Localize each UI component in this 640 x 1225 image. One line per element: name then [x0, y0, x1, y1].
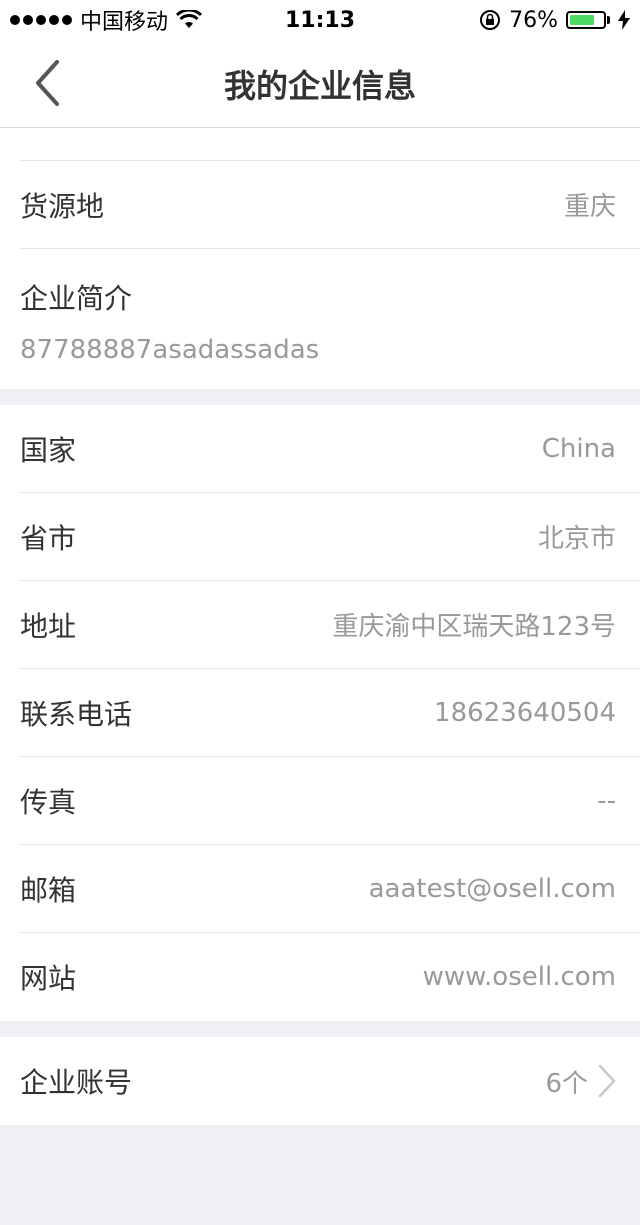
orientation-lock-icon	[480, 10, 501, 30]
chevron-left-icon	[36, 60, 59, 106]
row-value: 重庆	[563, 192, 616, 222]
intro-value: 87788887asadassadas	[20, 335, 320, 365]
row-address[interactable]: 地址 重庆渝中区瑞天路123号	[20, 581, 640, 669]
signal-strength-icon	[10, 15, 72, 25]
back-button[interactable]	[22, 58, 72, 108]
row-phone[interactable]: 联系电话 18623640504	[20, 669, 640, 757]
row-label: 企业账号	[20, 1066, 133, 1099]
row-label: 网站	[20, 962, 77, 995]
row-enterprise-account[interactable]: 企业账号 6个	[20, 1037, 640, 1125]
row-label: 省市	[20, 521, 77, 555]
carrier-label: 中国移动	[80, 10, 169, 35]
nav-bar: 我的企业信息	[0, 40, 640, 128]
row-value: aaatest@osell.com	[368, 873, 616, 904]
section-gap	[0, 389, 640, 405]
row-value: 18623640504	[434, 697, 616, 728]
row-value: China	[541, 433, 616, 464]
row-website[interactable]: 网站 www.osell.com	[20, 933, 640, 1021]
section-account: 企业账号 6个	[0, 1037, 640, 1125]
section-gap	[0, 1021, 640, 1037]
battery-icon	[566, 11, 610, 29]
row-value: 北京市	[537, 524, 616, 554]
bottom-fill	[0, 1125, 640, 1225]
row-label: 国家	[20, 433, 77, 467]
row-value: www.osell.com	[422, 962, 616, 992]
page-title: 我的企业信息	[223, 66, 416, 105]
wifi-icon	[176, 10, 203, 28]
status-left: 中国移动	[10, 4, 203, 36]
row-label: 邮箱	[20, 873, 77, 907]
section-basic: 货源地 重庆 企业简介 87788887asadassadas	[0, 128, 640, 389]
row-label: 地址	[20, 609, 77, 643]
chevron-right-icon	[598, 1064, 616, 1098]
row-country[interactable]: 国家 China	[20, 405, 640, 493]
section-contact: 国家 China 省市 北京市 地址 重庆渝中区瑞天路123号 联系电话 186…	[0, 405, 640, 1021]
row-fax[interactable]: 传真 --	[20, 757, 640, 845]
intro-label: 企业简介	[20, 282, 133, 315]
battery-percent: 76%	[509, 7, 558, 33]
row-label: 货源地	[20, 189, 105, 223]
row-intro[interactable]: 企业简介 87788887asadassadas	[20, 249, 640, 389]
status-bar: 中国移动 11:13 76%	[0, 0, 640, 40]
row-source[interactable]: 货源地 重庆	[20, 161, 640, 249]
row-value: 6个	[545, 1068, 588, 1099]
charging-bolt-icon	[618, 10, 630, 30]
account-right: 6个	[545, 1063, 616, 1100]
row-label: 传真	[20, 785, 77, 819]
row-label: 联系电话	[20, 697, 133, 731]
row-value: --	[597, 785, 616, 816]
status-right: 76%	[479, 8, 630, 33]
row-value: 重庆渝中区瑞天路123号	[332, 612, 616, 642]
row-province[interactable]: 省市 北京市	[20, 493, 640, 581]
row-email[interactable]: 邮箱 aaatest@osell.com	[20, 845, 640, 933]
partial-row	[20, 128, 640, 161]
